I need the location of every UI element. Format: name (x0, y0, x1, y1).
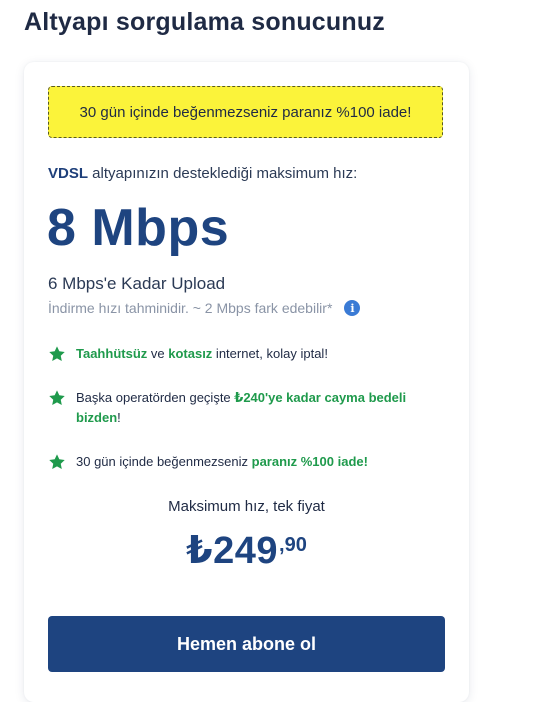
feature-text-part: ! (117, 410, 121, 425)
feature-text-part: internet, kolay iptal! (212, 346, 328, 361)
price-cents: ,90 (279, 534, 307, 556)
feature-item: 30 gün içinde beğenmezseniz paranız %100… (48, 452, 436, 472)
technology-label: VDSL (48, 165, 89, 182)
estimate-row: İndirme hızı tahminidir. ~ 2 Mbps fark e… (48, 300, 361, 316)
price: ₺249,90 (24, 528, 469, 573)
feature-text-part: ve (147, 346, 169, 361)
info-icon[interactable]: i (344, 300, 361, 316)
price-caption: Maksimum hız, tek fiyat (168, 498, 325, 515)
feature-text: Taahhütsüz ve kotasız internet, kolay ip… (76, 344, 436, 364)
upload-speed: 6 Mbps'e Kadar Upload (48, 274, 226, 293)
page-title: Altyapı sorgulama sonucunuz (24, 8, 386, 36)
price-main: ₺249 (186, 530, 279, 572)
star-icon (49, 454, 65, 470)
feature-text-part: 30 gün içinde beğenmezseniz (76, 454, 252, 469)
feature-text: Başka operatörden geçişte ₺240'ye kadar … (76, 388, 426, 428)
estimate-note: İndirme hızı tahminidir. ~ 2 Mbps fark e… (48, 300, 333, 316)
promo-banner: 30 gün içinde beğenmezseniz paranız %100… (48, 86, 443, 138)
star-icon (49, 346, 65, 362)
feature-text-part: Başka operatörden geçişte (76, 390, 235, 405)
subscribe-button[interactable]: Hemen abone ol (48, 616, 445, 672)
result-card: 30 gün içinde beğenmezseniz paranız %100… (24, 62, 469, 702)
star-icon (49, 390, 65, 406)
feature-item: Taahhütsüz ve kotasız internet, kolay ip… (48, 344, 436, 364)
infrastructure-text: altyapınızın desteklediği maksimum hız: (88, 165, 358, 182)
feature-text: 30 gün içinde beğenmezseniz paranız %100… (76, 452, 436, 472)
infrastructure-line: VDSL altyapınızın desteklediği maksimum … (48, 165, 357, 182)
feature-highlight: paranız %100 iade! (251, 454, 368, 469)
feature-item: Başka operatörden geçişte ₺240'ye kadar … (48, 388, 426, 428)
feature-highlight: kotasız (168, 346, 213, 361)
feature-highlight: Taahhütsüz (76, 346, 148, 361)
max-speed: 8 Mbps (47, 199, 230, 257)
